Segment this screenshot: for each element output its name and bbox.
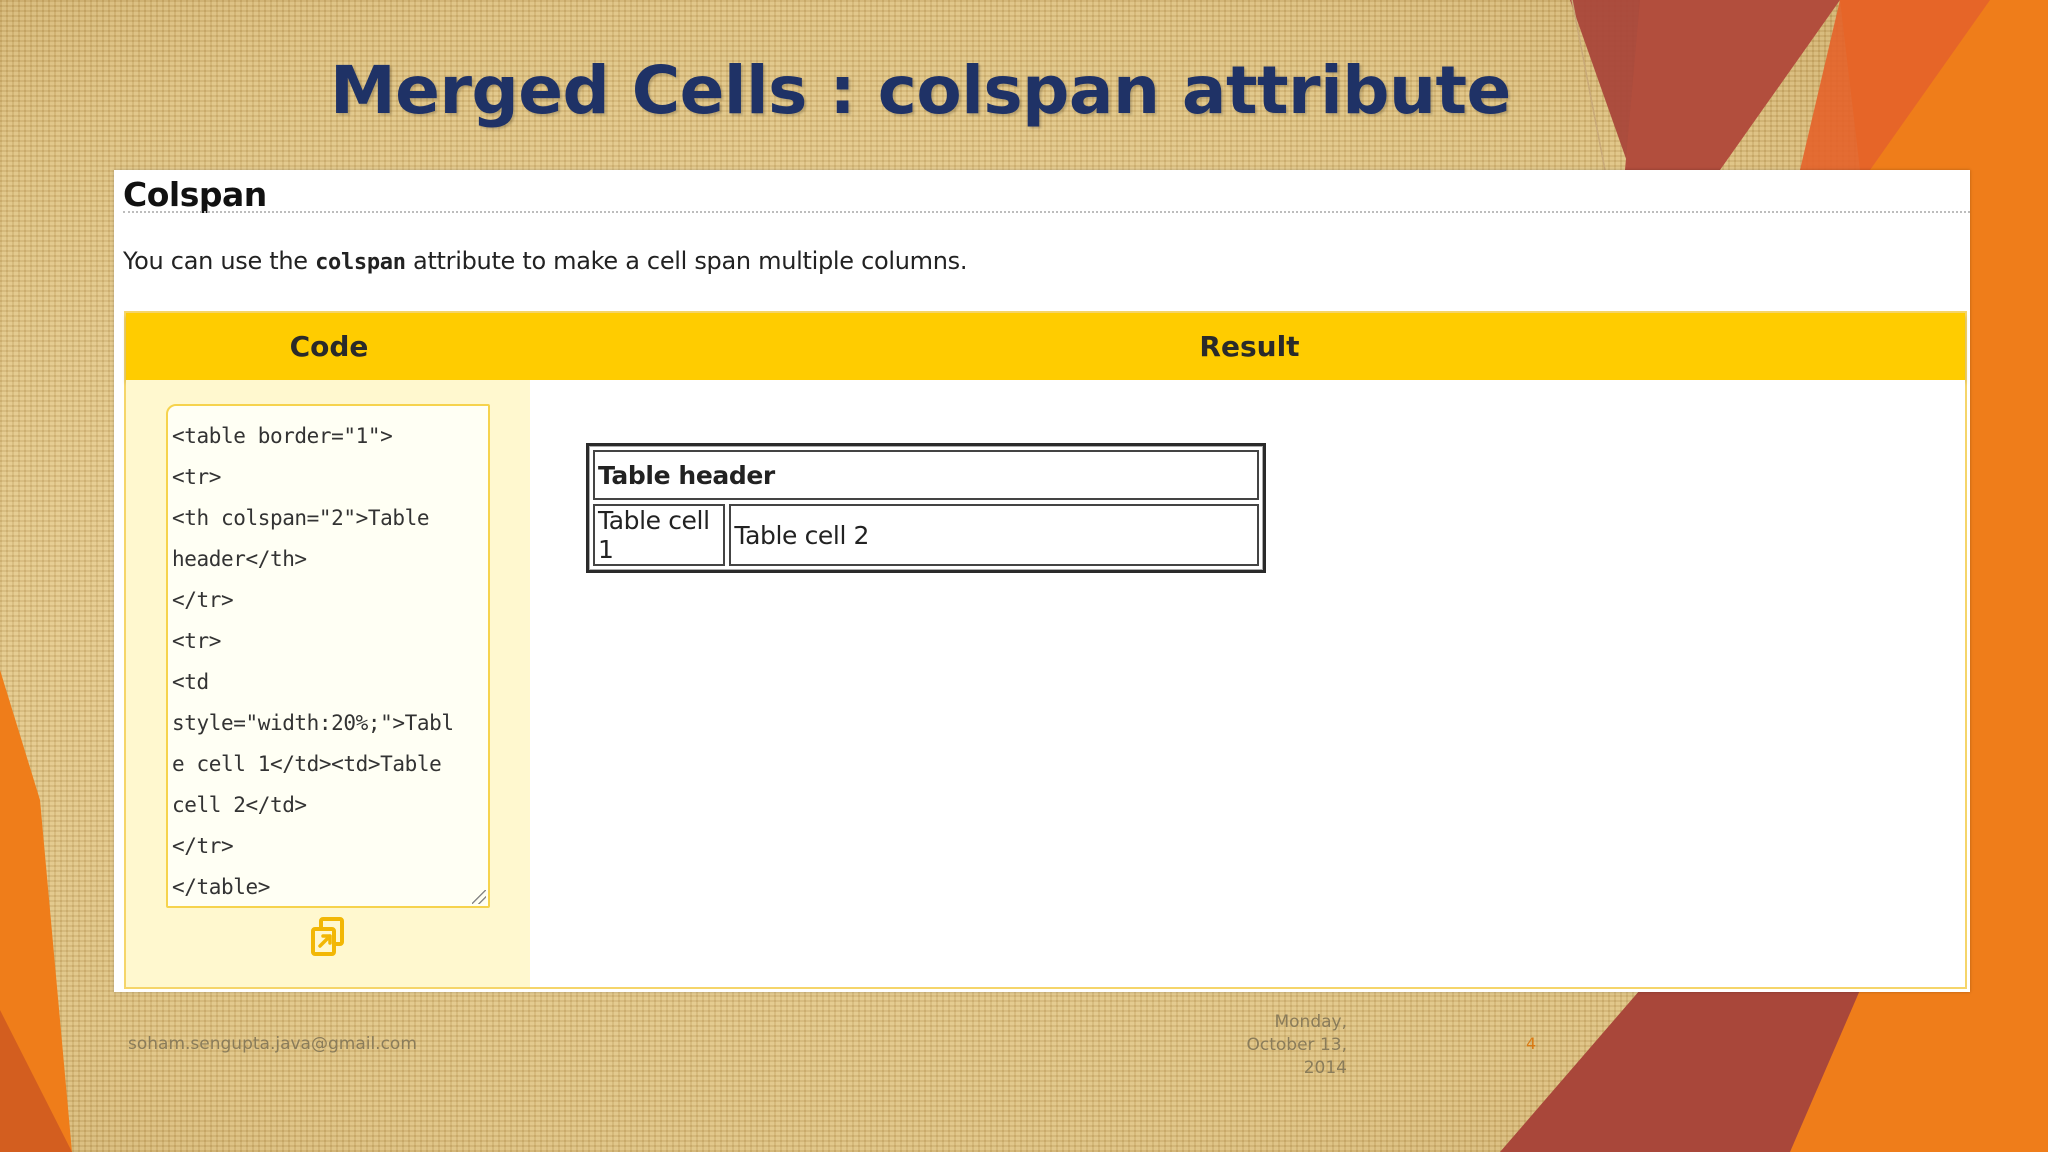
heading-divider (123, 211, 1970, 213)
result-area: Table header Table cell 1 Table cell 2 (530, 380, 1965, 987)
footer-date-line: 2014 (1303, 1058, 1347, 1078)
table-header-cell: Table header (593, 450, 1259, 500)
code-line: </tr> (172, 588, 234, 612)
example-header: Code Result (126, 313, 1965, 380)
code-textarea[interactable]: <table border="1"> <tr> <th colspan="2">… (166, 404, 490, 908)
example-box: Code Result <table border="1"> <tr> <th … (124, 311, 1967, 989)
code-column-header: Code (289, 330, 369, 363)
footer-date: Monday, October 13, 2014 (1200, 1011, 1347, 1080)
code-line: cell 2</td> (172, 793, 307, 817)
code-column: <table border="1"> <tr> <th colspan="2">… (126, 380, 533, 987)
footer-email: soham.sengupta.java@gmail.com (128, 1034, 417, 1054)
code-line: </table> (172, 875, 270, 899)
code-line: <table border="1"> (172, 424, 393, 448)
result-column-header: Result (1199, 330, 1300, 363)
code-line: <tr> (172, 465, 221, 489)
code-line: e cell 1</td><td>Table (172, 752, 442, 776)
footer-date-line: October 13, (1246, 1035, 1347, 1055)
table-row: Table cell 1 Table cell 2 (593, 504, 1259, 566)
code-line: <td (172, 670, 209, 694)
code-line: </tr> (172, 834, 234, 858)
intro-code: colspan (315, 250, 406, 275)
footer-date-line: Monday, (1274, 1012, 1347, 1032)
intro-before: You can use the (123, 247, 316, 275)
result-table: Table header Table cell 1 Table cell 2 (586, 443, 1266, 573)
table-cell-1: Table cell 1 (593, 504, 726, 566)
code-line: <th colspan="2">Table (172, 506, 430, 530)
slide-title: Merged Cells : colspan attribute (330, 52, 1511, 129)
intro-text: You can use the colspan attribute to mak… (123, 247, 967, 275)
page-number: 4 (1526, 1034, 1537, 1053)
colspan-panel: Colspan You can use the colspan attribut… (114, 170, 1970, 992)
code-line: <tr> (172, 629, 221, 653)
resize-handle[interactable] (472, 890, 486, 904)
code-line: style="width:20%;">Tabl (172, 711, 454, 735)
copy-icon[interactable] (310, 916, 346, 960)
intro-after: attribute to make a cell span multiple c… (405, 247, 968, 275)
table-cell-2: Table cell 2 (729, 504, 1259, 566)
table-row: Table header (593, 450, 1259, 500)
code-line: header</th> (172, 547, 307, 571)
